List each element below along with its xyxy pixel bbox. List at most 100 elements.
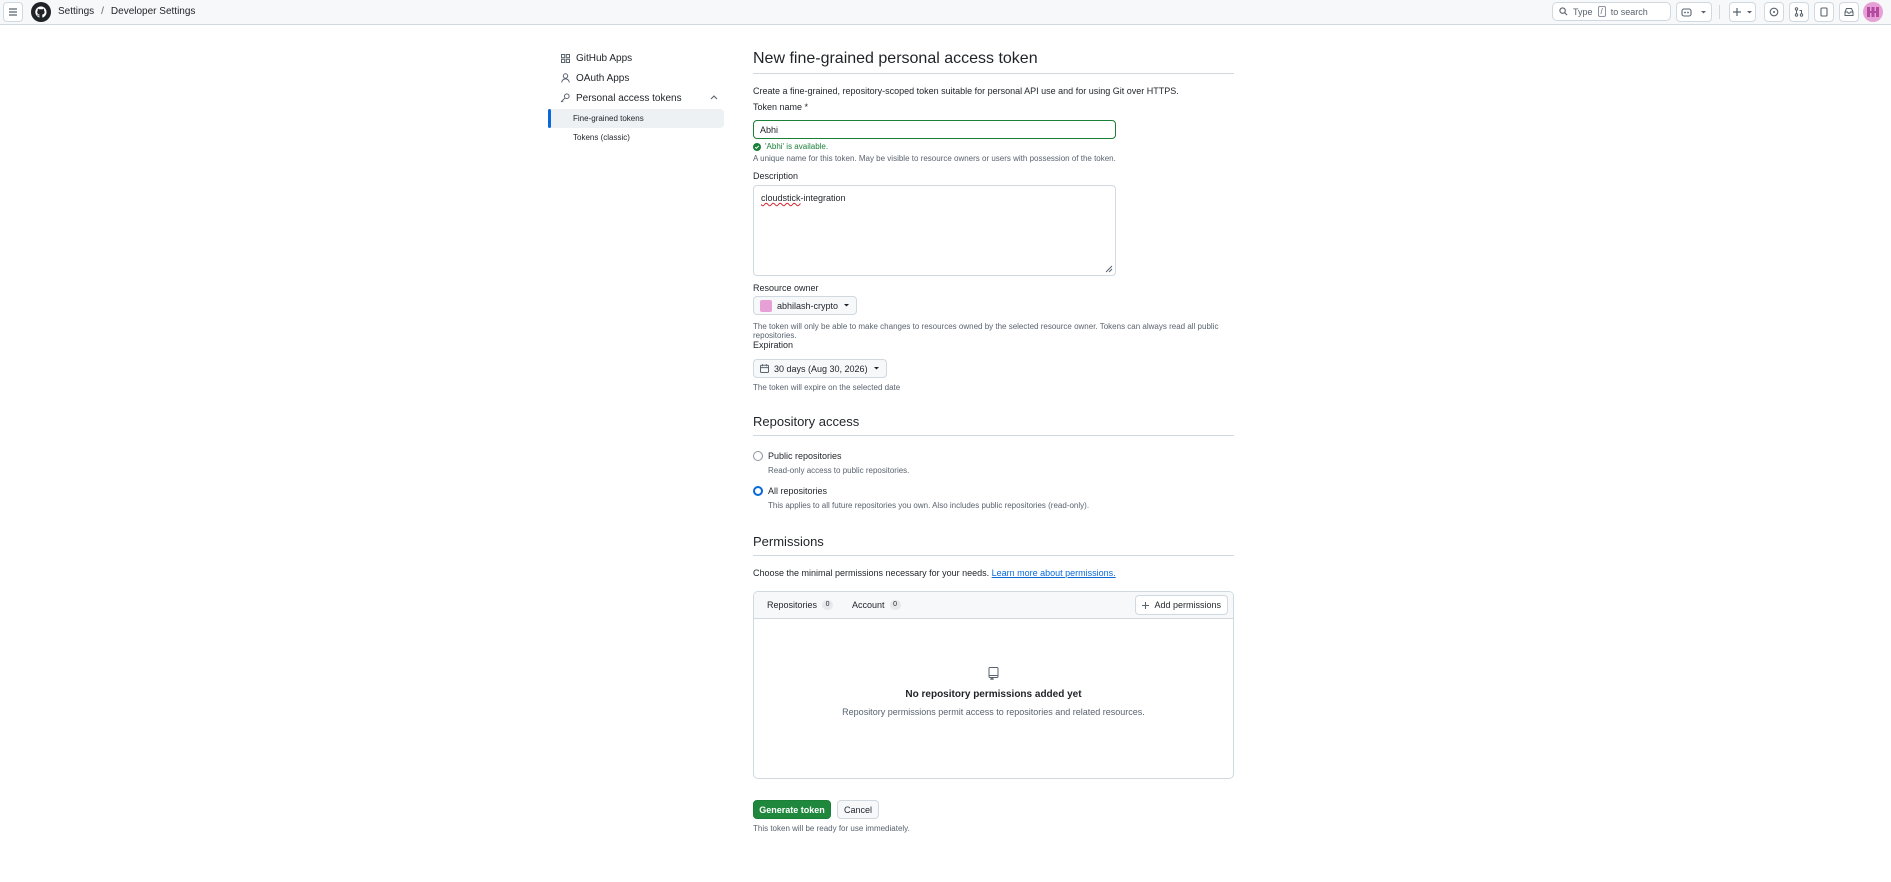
chevron-down-icon <box>873 367 879 370</box>
repository-access-divider <box>753 435 1234 436</box>
apps-icon <box>559 53 571 63</box>
breadcrumb-developer-settings[interactable]: Developer Settings <box>111 6 196 17</box>
pull-requests-icon <box>1794 7 1804 17</box>
check-circle-icon <box>753 142 761 151</box>
pull-requests-button[interactable] <box>1789 2 1809 22</box>
sidebar-item-fine-grained-tokens[interactable]: Fine-grained tokens <box>548 109 724 128</box>
radio-label: Public repositories <box>768 451 842 461</box>
permissions-intro: Choose the minimal permissions necessary… <box>753 568 1116 578</box>
token-name-validation: 'Abhi' is available. <box>753 142 828 151</box>
settings-sidebar: GitHub Apps OAuth Apps Personal access t… <box>548 48 724 147</box>
inbox-icon <box>1844 8 1854 16</box>
plus-icon <box>1142 601 1150 609</box>
sidebar-item-github-apps[interactable]: GitHub Apps <box>548 48 724 68</box>
description-label: Description <box>753 171 799 181</box>
breadcrumb-separator: / <box>101 6 104 17</box>
expiration-dropdown[interactable]: 30 days (Aug 30, 2026) <box>753 359 887 378</box>
add-permissions-button[interactable]: Add permissions <box>1135 595 1228 615</box>
empty-state-description: Repository permissions permit access to … <box>842 707 1145 717</box>
sidebar-item-label: Personal access tokens <box>576 92 682 104</box>
search-input[interactable]: Type / to search <box>1552 2 1671 21</box>
token-name-input[interactable] <box>753 120 1116 139</box>
discussions-button[interactable] <box>1814 2 1834 22</box>
menu-button[interactable] <box>3 2 23 22</box>
copilot-icon <box>1681 8 1692 17</box>
resource-owner-value: abhilash-crypto <box>777 300 839 311</box>
tab-label: Account <box>852 600 885 610</box>
radio-button[interactable] <box>753 451 763 461</box>
expiration-value: 30 days (Aug 30, 2026) <box>774 363 868 374</box>
radio-description: This applies to all future repositories … <box>768 501 1090 510</box>
owner-avatar <box>760 299 772 312</box>
issues-button[interactable] <box>1764 2 1784 22</box>
discussions-icon <box>1820 7 1828 17</box>
radio-public-repositories[interactable]: Public repositories <box>753 451 842 461</box>
create-new-button[interactable] <box>1729 2 1756 22</box>
repo-icon <box>988 667 999 680</box>
radio-label: All repositories <box>768 486 828 496</box>
tab-counter: 0 <box>822 600 834 610</box>
top-header: Settings / Developer Settings Type / to … <box>0 0 1891 25</box>
token-form: New fine-grained personal access token C… <box>753 48 1234 833</box>
sidebar-item-oauth-apps[interactable]: OAuth Apps <box>548 68 724 88</box>
tab-account[interactable]: Account 0 <box>852 600 901 610</box>
chevron-up-icon[interactable] <box>710 94 718 100</box>
token-name-hint: A unique name for this token. May be vis… <box>753 154 1116 163</box>
search-icon <box>1559 7 1568 16</box>
repository-access-title: Repository access <box>753 414 860 429</box>
radio-all-repositories[interactable]: All repositories <box>753 486 827 496</box>
generate-note: This token will be ready for use immedia… <box>753 824 910 833</box>
breadcrumb: Settings / Developer Settings <box>58 6 195 17</box>
permissions-tabs: Repositories 0 Account 0 Add permissions <box>754 592 1233 619</box>
permissions-intro-text: Choose the minimal permissions necessary… <box>753 568 990 578</box>
calendar-icon <box>760 364 769 373</box>
copilot-button[interactable] <box>1676 2 1712 22</box>
radio-button-selected[interactable] <box>753 486 763 496</box>
inbox-button[interactable] <box>1839 2 1859 22</box>
permissions-panel: Repositories 0 Account 0 Add permissions… <box>753 591 1234 779</box>
page-title: New fine-grained personal access token <box>753 50 1038 67</box>
sidebar-subitem-label: Fine-grained tokens <box>573 114 644 123</box>
tab-repositories[interactable]: Repositories 0 <box>767 600 834 610</box>
github-logo-icon[interactable] <box>31 2 51 22</box>
sidebar-item-tokens-classic[interactable]: Tokens (classic) <box>548 128 724 147</box>
resource-owner-hint: The token will only be able to make chan… <box>753 322 1219 340</box>
sidebar-subitem-label: Tokens (classic) <box>573 133 630 142</box>
cancel-button[interactable]: Cancel <box>837 800 880 819</box>
resource-owner-dropdown[interactable]: abhilash-crypto <box>753 296 858 315</box>
chevron-down-icon <box>1746 10 1752 13</box>
chevron-down-icon <box>844 304 850 307</box>
tab-label: Repositories <box>767 600 818 610</box>
generate-token-button[interactable]: Generate token <box>753 800 831 819</box>
resource-owner-label: Resource owner <box>753 283 819 293</box>
description-misspelled-word: cloudstick <box>761 193 801 203</box>
add-permissions-label: Add permissions <box>1154 600 1221 610</box>
search-shortcut-key: / <box>1597 6 1606 17</box>
menu-icon <box>9 8 17 16</box>
empty-state-title: No repository permissions added yet <box>905 689 1082 700</box>
radio-description: Read-only access to public repositories. <box>768 466 910 475</box>
search-prefix: Type <box>1573 6 1593 17</box>
expiration-hint: The token will expire on the selected da… <box>753 383 901 392</box>
resize-handle-icon[interactable] <box>1105 265 1113 273</box>
intro-text: Create a fine-grained, repository-scoped… <box>753 86 1179 96</box>
person-icon <box>559 73 571 83</box>
expiration-label: Expiration <box>753 340 794 350</box>
plus-icon <box>1732 8 1741 16</box>
sidebar-item-label: GitHub Apps <box>576 52 633 64</box>
description-textarea[interactable]: cloudstick-integration <box>753 185 1116 276</box>
learn-more-permissions-link[interactable]: Learn more about permissions. <box>992 568 1116 578</box>
title-divider <box>753 73 1234 74</box>
avatar[interactable] <box>1863 2 1883 22</box>
issues-icon <box>1769 7 1779 17</box>
permissions-title: Permissions <box>753 534 824 549</box>
chevron-down-icon <box>1701 10 1706 13</box>
breadcrumb-settings[interactable]: Settings <box>58 6 94 17</box>
permissions-divider <box>753 555 1234 556</box>
validation-message: 'Abhi' is available. <box>765 142 829 151</box>
search-suffix: to search <box>1610 6 1648 17</box>
sidebar-item-personal-access-tokens[interactable]: Personal access tokens <box>548 88 724 108</box>
header-divider <box>1719 5 1720 19</box>
sidebar-item-label: OAuth Apps <box>576 72 630 84</box>
key-icon <box>559 93 571 103</box>
